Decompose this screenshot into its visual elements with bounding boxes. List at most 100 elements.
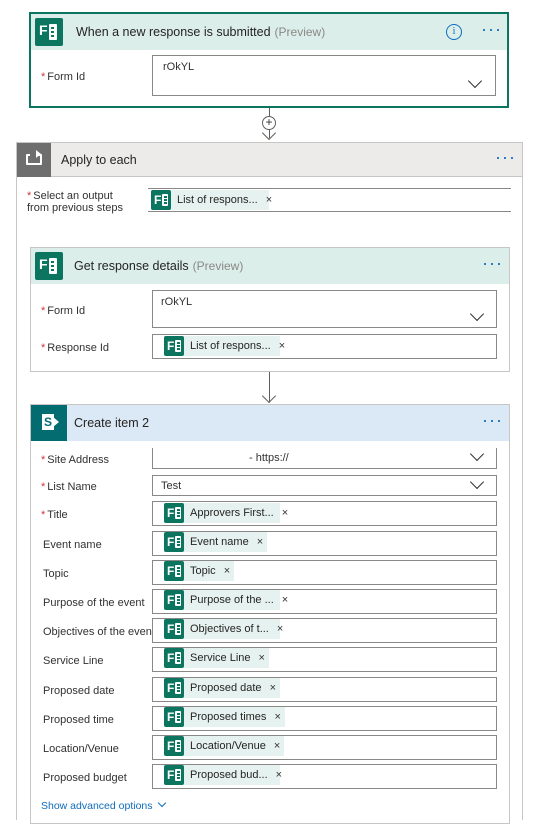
field-token-service-line[interactable]: F Service Line ×: [164, 648, 269, 668]
create-item-title: Create item 2: [74, 416, 150, 430]
forms-icon: F: [151, 190, 171, 210]
forms-icon: F: [164, 590, 184, 610]
field-token-location[interactable]: F Location/Venue ×: [164, 736, 285, 756]
list-name-label: * List Name: [41, 481, 97, 493]
forms-icon: F: [164, 532, 184, 552]
remove-token-icon[interactable]: ×: [274, 740, 284, 752]
field-token-objectives[interactable]: F Objectives of t... ×: [164, 619, 283, 639]
chevron-down-icon: [469, 306, 485, 322]
sharepoint-icon: S: [31, 405, 67, 441]
field-token-proposed-budget[interactable]: F Proposed bud... ×: [164, 765, 282, 785]
token-label: Purpose of the ...: [190, 594, 274, 606]
forms-icon: F: [164, 707, 184, 727]
remove-token-icon[interactable]: ×: [277, 623, 287, 635]
remove-token-icon[interactable]: ×: [274, 711, 284, 723]
forms-icon: F: [35, 252, 63, 280]
field-token-topic[interactable]: F Topic ×: [164, 561, 235, 581]
remove-token-icon[interactable]: ×: [279, 340, 289, 352]
get-details-title: Get response details: [74, 259, 189, 273]
forms-icon: F: [164, 503, 184, 523]
trigger-form-id-label: * Form Id: [41, 71, 86, 83]
forms-icon: F: [35, 18, 63, 46]
get-details-form-id-value: rOkYL: [161, 296, 193, 308]
token-label: Topic: [190, 565, 216, 577]
field-label-topic: Topic: [43, 568, 69, 580]
get-details-preview-tag: (Preview): [192, 259, 244, 273]
token-label: Location/Venue: [190, 740, 266, 752]
get-details-form-id-dropdown[interactable]: rOkYL: [152, 290, 497, 328]
field-token-proposed-time[interactable]: F Proposed times ×: [164, 707, 285, 727]
chevron-down-icon: [158, 798, 167, 808]
show-advanced-options-link[interactable]: Show advanced options: [41, 798, 167, 812]
field-label-proposed-date: Proposed date: [43, 685, 115, 697]
get-response-details-card: F Get response details (Preview) ··· * Fo…: [30, 247, 510, 372]
chevron-down-icon: [469, 474, 485, 490]
token-label: Proposed bud...: [190, 769, 268, 781]
forms-icon: F: [164, 561, 184, 581]
site-address-label: * Site Address: [41, 454, 110, 466]
get-details-header[interactable]: F Get response details (Preview) ···: [31, 248, 509, 284]
field-label-location: Location/Venue: [43, 743, 119, 755]
field-label-objectives: Objectives of the event: [43, 626, 155, 638]
forms-icon: F: [164, 619, 184, 639]
field-label-proposed-budget: Proposed budget: [43, 772, 127, 784]
create-item-more-icon[interactable]: ···: [482, 411, 503, 429]
token-label: List of respons...: [177, 194, 258, 206]
create-item-header[interactable]: S Create item 2 ···: [31, 405, 509, 441]
remove-token-icon[interactable]: ×: [282, 507, 292, 519]
field-label-purpose: Purpose of the event: [43, 597, 145, 609]
remove-token-icon[interactable]: ×: [282, 594, 292, 606]
select-output-label: * Select an output from previous steps: [27, 190, 123, 214]
apply-to-each-more-icon[interactable]: ···: [495, 148, 516, 166]
trigger-form-id-dropdown[interactable]: rOkYL: [152, 55, 496, 96]
site-address-dropdown[interactable]: - https://: [152, 446, 497, 469]
trigger-form-id-value: rOkYL: [163, 61, 195, 73]
remove-token-icon[interactable]: ×: [266, 194, 276, 206]
token-label: List of respons...: [190, 340, 271, 352]
trigger-card: F When a new response is submitted (Prev…: [29, 12, 509, 108]
list-name-dropdown[interactable]: Test: [152, 474, 497, 496]
field-label-title: * Title: [41, 509, 68, 521]
info-icon[interactable]: i: [446, 24, 462, 40]
chevron-down-icon: [469, 446, 485, 462]
field-token-purpose[interactable]: F Purpose of the ... ×: [164, 590, 288, 610]
create-item-card: S Create item 2 ··· * Site Address - http…: [30, 404, 510, 824]
token-label: Objectives of t...: [190, 623, 269, 635]
trigger-header[interactable]: F When a new response is submitted (Prev…: [31, 14, 507, 50]
token-label: Approvers First...: [190, 507, 274, 519]
field-label-event-name: Event name: [43, 539, 102, 551]
token-label: Service Line: [190, 652, 251, 664]
forms-icon: F: [164, 648, 184, 668]
remove-token-icon[interactable]: ×: [259, 652, 269, 664]
apply-to-each-title: Apply to each: [61, 152, 137, 167]
list-name-value: Test: [161, 480, 182, 492]
get-details-more-icon[interactable]: ···: [482, 254, 503, 272]
field-token-event-name[interactable]: F Event name ×: [164, 532, 268, 552]
field-token-proposed-date[interactable]: F Proposed date ×: [164, 678, 280, 698]
remove-token-icon[interactable]: ×: [257, 536, 267, 548]
remove-token-icon[interactable]: ×: [270, 682, 280, 694]
field-label-service-line: Service Line: [43, 655, 104, 667]
token-label: Event name: [190, 536, 249, 548]
forms-icon: F: [164, 678, 184, 698]
response-id-label: * Response Id: [41, 342, 110, 354]
token-label: Proposed times: [190, 711, 267, 723]
remove-token-icon[interactable]: ×: [276, 769, 286, 781]
apply-to-each-header[interactable]: Apply to each ···: [17, 143, 522, 177]
forms-icon: F: [164, 336, 184, 356]
forms-icon: F: [164, 765, 184, 785]
site-address-value: - https://: [249, 452, 289, 464]
trigger-more-icon[interactable]: ···: [481, 20, 502, 38]
field-token-title[interactable]: F Approvers First... ×: [164, 503, 288, 523]
trigger-title: When a new response is submitted: [76, 25, 271, 39]
token-label: Proposed date: [190, 682, 262, 694]
remove-token-icon[interactable]: ×: [224, 565, 234, 577]
get-details-form-id-label: * Form Id: [41, 305, 86, 317]
field-label-proposed-time: Proposed time: [43, 714, 114, 726]
select-output-token[interactable]: F List of respons... ×: [151, 190, 272, 210]
loop-icon: [17, 143, 51, 177]
trigger-preview-tag: (Preview): [274, 25, 326, 39]
response-id-token[interactable]: F List of respons... ×: [164, 336, 285, 356]
forms-icon: F: [164, 736, 184, 756]
chevron-down-icon: [467, 73, 483, 89]
